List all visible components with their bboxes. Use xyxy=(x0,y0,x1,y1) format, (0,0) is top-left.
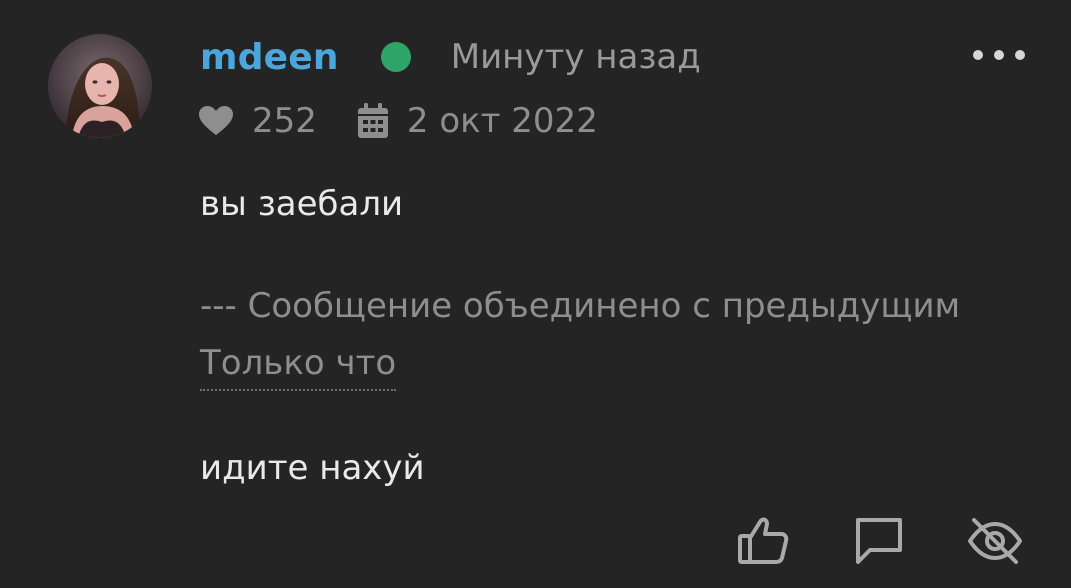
reply-speech-bubble-icon xyxy=(856,518,902,564)
merge-notice: --- Сообщение объединено с предыдущим xyxy=(200,286,961,326)
like-button[interactable] xyxy=(734,512,792,570)
heart-icon xyxy=(198,105,234,137)
more-options-button[interactable] xyxy=(970,40,1028,70)
merge-timestamp[interactable]: Только что xyxy=(200,343,397,391)
hide-button[interactable] xyxy=(966,512,1024,570)
calendar-icon xyxy=(357,103,389,139)
reply-button[interactable] xyxy=(850,512,908,570)
avatar[interactable] xyxy=(48,34,152,138)
user-avatar-photo xyxy=(48,34,152,138)
thumbs-up-icon xyxy=(738,517,789,564)
likes-count: 252 xyxy=(252,101,317,141)
online-status-indicator xyxy=(380,42,411,72)
message-text-merged: идите нахуй xyxy=(200,448,425,488)
username-link[interactable]: mdeen xyxy=(200,37,339,78)
post-actions xyxy=(0,512,1071,572)
registration-date: 2 окт 2022 xyxy=(406,101,598,141)
post-time[interactable]: Минуту назад xyxy=(451,37,701,77)
eye-off-icon xyxy=(968,518,1022,564)
author-meta: 252 2 окт 2022 xyxy=(198,98,598,144)
message-text: вы заебали xyxy=(200,184,404,224)
more-dots-icon xyxy=(973,50,1025,60)
post-header: mdeen Минуту назад xyxy=(200,34,701,80)
